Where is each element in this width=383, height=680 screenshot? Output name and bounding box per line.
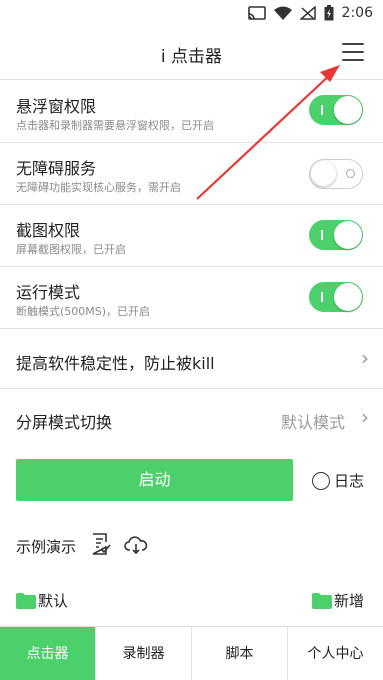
setting-title: 运行模式 bbox=[16, 283, 81, 302]
demo-label: 示例演示 bbox=[16, 538, 77, 556]
setting-title: 悬浮窗权限 bbox=[16, 97, 97, 116]
menu-icon[interactable] bbox=[341, 40, 365, 64]
battery-icon bbox=[324, 5, 334, 21]
split-mode-label: 分屏模式切换 bbox=[16, 413, 113, 432]
stability-label: 提高软件稳定性，防止被kill bbox=[16, 354, 215, 373]
screenshot-permission-toggle[interactable] bbox=[309, 220, 363, 250]
default-folder[interactable]: 默认 bbox=[16, 590, 68, 611]
tab-script[interactable]: 脚本 bbox=[192, 627, 288, 680]
tab-profile[interactable]: 个人中心 bbox=[288, 627, 383, 680]
folder-icon bbox=[16, 592, 36, 609]
setting-title: 无障碍服务 bbox=[16, 159, 97, 178]
split-mode-value: 默认模式 bbox=[280, 413, 345, 432]
accessibility-service-toggle[interactable] bbox=[309, 159, 363, 189]
overlay-permission-toggle[interactable] bbox=[309, 95, 363, 125]
stability-row[interactable]: 提高软件稳定性，防止被kill › bbox=[0, 329, 383, 389]
run-mode-toggle[interactable] bbox=[309, 282, 363, 312]
log-option[interactable]: 日志 bbox=[312, 470, 364, 491]
status-time: 2:06 bbox=[341, 5, 373, 21]
document-check-icon[interactable] bbox=[91, 533, 111, 555]
setting-overlay-permission: 悬浮窗权限 点击器和录制器需要悬浮窗权限，已开启 bbox=[0, 81, 383, 143]
cast-icon bbox=[247, 6, 266, 20]
folder-icon bbox=[312, 592, 332, 609]
split-mode-row[interactable]: 分屏模式切换 默认模式 › bbox=[0, 389, 383, 449]
status-bar: 2:06 bbox=[0, 0, 383, 26]
log-radio[interactable] bbox=[312, 471, 330, 490]
setting-run-mode: 运行模式 断触模式(500MS)，已开启 bbox=[0, 267, 383, 329]
setting-accessibility-service: 无障碍服务 无障碍功能实现核心服务，需开启 bbox=[0, 143, 383, 205]
setting-screenshot-permission: 截图权限 屏幕截图权限，已开启 bbox=[0, 205, 383, 267]
app-title: i 点击器 bbox=[160, 47, 223, 67]
setting-subtitle: 断触模式(500MS)，已开启 bbox=[16, 305, 151, 318]
tab-clicker[interactable]: 点击器 bbox=[0, 627, 96, 680]
log-label: 日志 bbox=[334, 472, 365, 490]
bottom-tab-bar: 点击器 录制器 脚本 个人中心 bbox=[0, 626, 383, 680]
new-folder-label: 新增 bbox=[334, 592, 365, 610]
setting-subtitle: 点击器和录制器需要悬浮窗权限，已开启 bbox=[16, 119, 214, 132]
wifi-icon bbox=[273, 6, 292, 20]
new-folder-button[interactable]: 新增 bbox=[312, 590, 364, 611]
chevron-right-icon: › bbox=[361, 346, 369, 370]
app-bar: i 点击器 bbox=[0, 26, 383, 80]
no-signal-icon bbox=[299, 6, 316, 20]
tab-recorder[interactable]: 录制器 bbox=[96, 627, 192, 680]
default-folder-label: 默认 bbox=[38, 592, 69, 610]
setting-title: 截图权限 bbox=[16, 221, 81, 240]
setting-subtitle: 屏幕截图权限，已开启 bbox=[16, 243, 126, 256]
cloud-download-icon[interactable] bbox=[124, 535, 148, 555]
setting-subtitle: 无障碍功能实现核心服务，需开启 bbox=[16, 181, 181, 194]
chevron-right-icon: › bbox=[361, 405, 369, 429]
start-button[interactable]: 启动 bbox=[16, 459, 293, 501]
